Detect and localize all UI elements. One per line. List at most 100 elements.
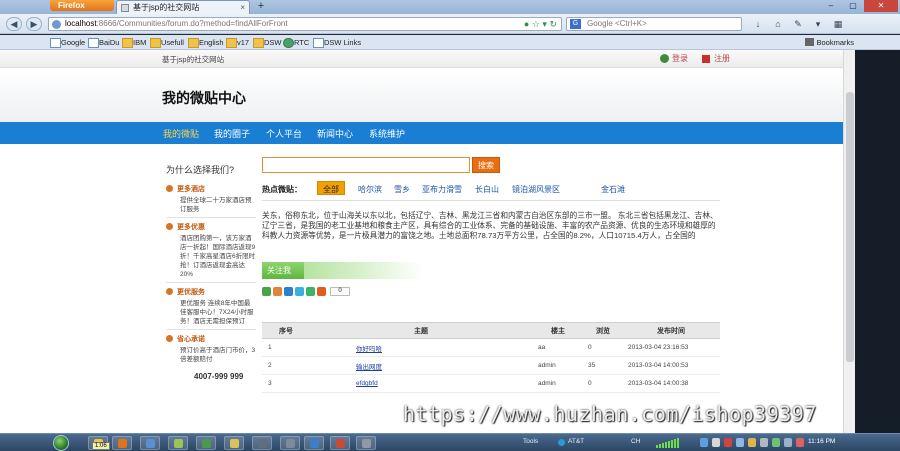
forward-icon[interactable]: ▶ bbox=[26, 17, 42, 31]
notification-icon[interactable] bbox=[748, 438, 756, 447]
button-fade bbox=[304, 262, 424, 279]
extension-icon[interactable]: ▦ bbox=[832, 18, 844, 30]
hot-tag[interactable]: 镜泊湖风景区 bbox=[512, 184, 560, 195]
login-link[interactable]: 登录 bbox=[660, 53, 688, 64]
hot-topics-label: 热点微贴： bbox=[262, 185, 302, 194]
page-scrollbar[interactable] bbox=[843, 50, 855, 433]
home-icon[interactable]: ⌂ bbox=[772, 18, 784, 30]
nav-system-maintenance[interactable]: 系统维护 bbox=[369, 127, 405, 140]
back-icon[interactable]: ◀ bbox=[6, 17, 22, 31]
sidebar-section: 更优服务 更优服务 连续8年中国最佳客服中心！7X24小时服务！酒店无需担保预订 bbox=[166, 287, 256, 330]
taskbar-app[interactable] bbox=[168, 436, 188, 450]
nav-news-center[interactable]: 新闻中心 bbox=[317, 127, 353, 140]
nav-personal-platform[interactable]: 个人平台 bbox=[266, 127, 302, 140]
text-fade bbox=[418, 246, 458, 256]
minimize-button[interactable]: – bbox=[820, 0, 842, 12]
battery-icon[interactable] bbox=[736, 438, 744, 447]
bookmark-dsw[interactable]: DSW bbox=[253, 35, 282, 50]
bookmark-ibm[interactable]: IBM bbox=[122, 35, 146, 50]
url-bar[interactable]: localhost:8666/Communities/forum.do?meth… bbox=[48, 17, 562, 31]
taskbar-app[interactable] bbox=[224, 436, 244, 450]
app-icon bbox=[258, 439, 267, 448]
share-renren-icon[interactable] bbox=[284, 287, 293, 296]
browser-tab[interactable]: 基于jsp的社交网站 × bbox=[116, 0, 250, 14]
topic-link[interactable]: efdgbfd bbox=[310, 374, 532, 393]
bookmark-google[interactable]: Google bbox=[50, 35, 85, 50]
nav-my-posts[interactable]: 我的微贴 bbox=[163, 127, 199, 140]
share-douban-icon[interactable] bbox=[306, 287, 315, 296]
share-tencent-icon[interactable] bbox=[295, 287, 304, 296]
network-icon[interactable] bbox=[700, 438, 708, 447]
hotline-number: 4007-999 999 bbox=[194, 372, 244, 381]
table-row: 2 输出网度 admin 35 2013-03-04 14:00:53 bbox=[262, 356, 720, 375]
bookmark-dsw-links[interactable]: DSW Links bbox=[313, 35, 361, 50]
security-icon[interactable] bbox=[724, 438, 732, 447]
hot-tag[interactable]: 雪乡 bbox=[394, 184, 410, 195]
tray-language[interactable]: CH bbox=[631, 438, 640, 445]
app-icon bbox=[362, 439, 371, 448]
site-header: 我的微贴中心 bbox=[0, 68, 843, 122]
taskbar-app[interactable] bbox=[140, 436, 160, 450]
scrollbar-thumb[interactable] bbox=[846, 92, 854, 362]
topic-link[interactable]: 你好吗哈 bbox=[310, 338, 532, 357]
hot-tag[interactable]: 亚布力滑雪 bbox=[422, 184, 462, 195]
bookmark-usefull[interactable]: Usefull bbox=[150, 35, 184, 50]
taskbar-app[interactable] bbox=[330, 436, 350, 450]
register-icon bbox=[702, 55, 710, 63]
window-controls: – ▢ ✕ bbox=[820, 0, 898, 12]
divider bbox=[166, 329, 256, 330]
bookmark-rtc[interactable]: RTC bbox=[283, 35, 309, 50]
taskbar-app[interactable] bbox=[280, 436, 300, 450]
addon-icon[interactable]: ✎ bbox=[792, 18, 804, 30]
taskbar-app[interactable] bbox=[304, 436, 324, 450]
hot-tag[interactable]: 长白山 bbox=[475, 184, 499, 195]
bookmark-baidu[interactable]: BaiDu bbox=[88, 35, 119, 50]
clock[interactable]: 11:16 PM bbox=[808, 438, 835, 445]
forum-search-input[interactable] bbox=[262, 157, 470, 173]
start-button[interactable] bbox=[48, 434, 76, 451]
hot-tag[interactable]: 金石滩 bbox=[601, 184, 625, 195]
cell-date: 2013-03-04 14:00:53 bbox=[622, 356, 720, 375]
tray-app-icon[interactable] bbox=[760, 438, 768, 447]
nav-my-circles[interactable]: 我的圈子 bbox=[214, 127, 250, 140]
taskbar-app[interactable] bbox=[252, 436, 272, 450]
tray-app-icon[interactable] bbox=[772, 438, 780, 447]
window-close-button[interactable]: ✕ bbox=[864, 0, 898, 12]
tray-app-icon[interactable] bbox=[796, 438, 804, 447]
share-weibo-icon[interactable] bbox=[273, 287, 282, 296]
tray-tools[interactable]: Tools bbox=[523, 438, 538, 445]
tab-close-icon[interactable]: × bbox=[240, 1, 245, 14]
share-qzone-icon[interactable] bbox=[262, 287, 271, 296]
share-more-icon[interactable] bbox=[317, 287, 326, 296]
google-engine-icon[interactable]: G bbox=[570, 19, 581, 29]
signal-strength-icon[interactable] bbox=[656, 438, 679, 448]
menu-icon[interactable]: ▾ bbox=[812, 18, 824, 30]
register-link[interactable]: 注册 bbox=[702, 53, 730, 64]
topic-link[interactable]: 输出网度 bbox=[310, 356, 532, 375]
app-icon bbox=[336, 439, 345, 448]
taskbar-app[interactable] bbox=[196, 436, 216, 450]
bookmark-v17[interactable]: v17 bbox=[226, 35, 249, 50]
firefox-menu-button[interactable]: Firefox bbox=[50, 0, 114, 11]
volume-icon[interactable] bbox=[712, 438, 720, 447]
tray-app-icon[interactable] bbox=[784, 438, 792, 447]
bookmark-english[interactable]: English bbox=[188, 35, 224, 50]
taskbar-app[interactable] bbox=[356, 436, 376, 450]
bookmarks-menu[interactable]: Bookmarks bbox=[805, 35, 854, 50]
column-header: 序号 bbox=[262, 322, 310, 339]
hot-tag[interactable]: 哈尔滨 bbox=[358, 184, 382, 195]
new-tab-button[interactable]: + bbox=[254, 0, 268, 13]
download-icon[interactable]: ↓ bbox=[752, 18, 764, 30]
maximize-button[interactable]: ▢ bbox=[842, 0, 864, 12]
follow-button[interactable]: 关注我 bbox=[262, 262, 304, 279]
reload-icon[interactable]: ● ☆ ▾ ↻ bbox=[524, 18, 557, 30]
search-bar[interactable]: G Google <Ctrl+K> bbox=[566, 17, 742, 31]
tray-carrier[interactable]: AT&T bbox=[558, 438, 584, 446]
browser-navbar: ◀ ▶ localhost:8666/Communities/forum.do?… bbox=[0, 14, 900, 34]
search-button[interactable]: 搜索 bbox=[472, 157, 500, 173]
cell-author: aa bbox=[532, 338, 584, 357]
hot-tag-all[interactable]: 全部 bbox=[317, 181, 345, 195]
taskbar-app[interactable] bbox=[112, 436, 132, 450]
site-identity-icon[interactable] bbox=[52, 20, 61, 29]
cell-index: 3 bbox=[262, 374, 310, 393]
